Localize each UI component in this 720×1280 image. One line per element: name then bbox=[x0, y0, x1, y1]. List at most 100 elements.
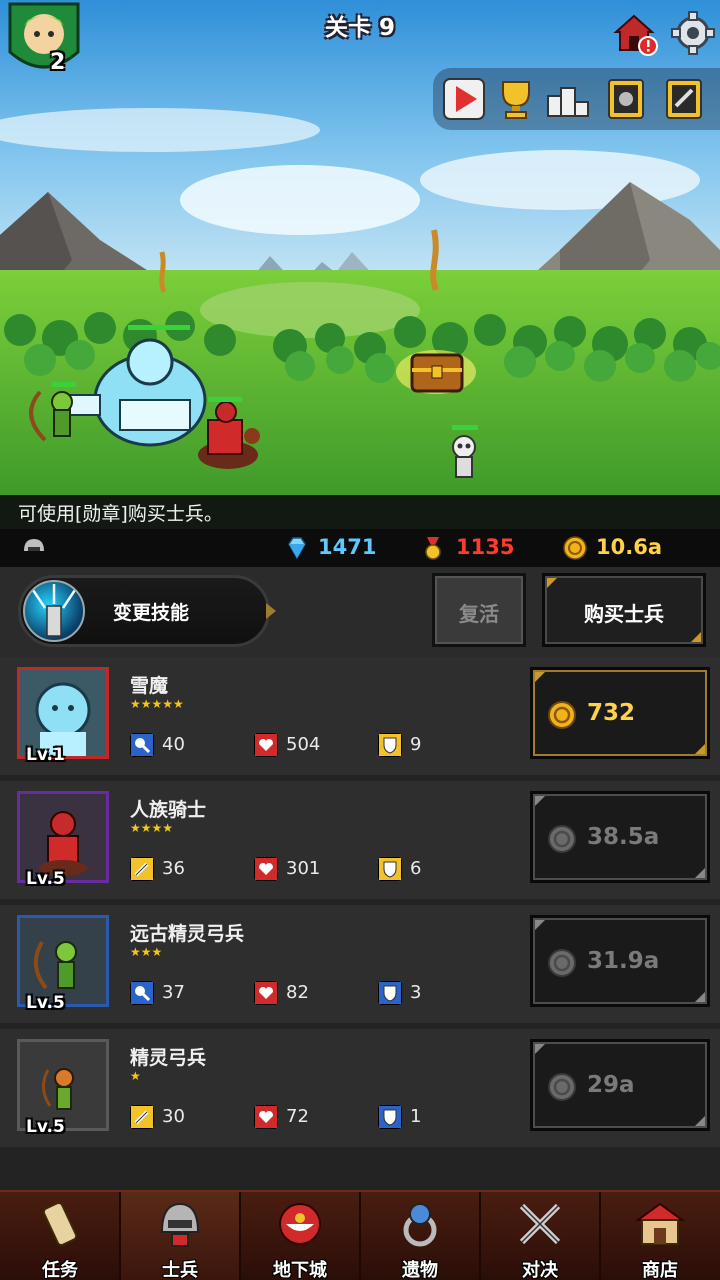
tip-text: 可使用[勋章]购买士兵。 bbox=[18, 503, 223, 525]
soldier-list: Lv.1 雪魔 ★★★★★ 40 504 9 732 Lv.5 人族骑士 ★★★… bbox=[0, 657, 720, 1190]
upgrade-price: 732 bbox=[587, 700, 636, 726]
soldier-stars: ★★★★★ bbox=[130, 697, 184, 711]
skeleton-health-bar bbox=[452, 425, 478, 430]
helmet-small-icon bbox=[24, 539, 44, 551]
sword-icon bbox=[130, 857, 154, 881]
battle-scene: 2 关卡 9 bbox=[0, 0, 720, 495]
nav-label: 遗物 bbox=[402, 1260, 438, 1280]
nav-divider bbox=[479, 1192, 481, 1280]
battle-units bbox=[29, 338, 476, 478]
ring-icon bbox=[394, 1198, 446, 1250]
upgrade-price: 29a bbox=[587, 1072, 635, 1098]
corner-ornament-icon bbox=[691, 632, 701, 642]
nav-tab-helmet[interactable]: 士兵 bbox=[120, 1192, 240, 1280]
silver-coin-icon bbox=[548, 949, 576, 977]
corner-ornament-icon bbox=[695, 1116, 705, 1126]
gold-shield-icon bbox=[378, 733, 402, 757]
soldier-hp: 82 bbox=[286, 982, 309, 1003]
corner-ornament-icon bbox=[535, 1044, 545, 1054]
soldier-row[interactable]: Lv.5 人族骑士 ★★★★ 36 301 6 38.5a bbox=[0, 781, 720, 899]
soldier-defense: 1 bbox=[410, 1106, 422, 1127]
nav-divider bbox=[599, 1192, 601, 1280]
medal-icon bbox=[425, 537, 441, 560]
nav-divider bbox=[119, 1192, 121, 1280]
corner-ornament-icon bbox=[695, 744, 705, 754]
soldier-attack: 37 bbox=[162, 982, 185, 1003]
archer-health-bar bbox=[52, 382, 76, 387]
sword-icon bbox=[130, 1105, 154, 1129]
treasure-chest bbox=[396, 350, 476, 394]
soldier-level: Lv.5 bbox=[26, 869, 65, 889]
elf-archer-unit bbox=[29, 390, 73, 442]
upgrade-price-button[interactable]: 29a bbox=[530, 1039, 710, 1131]
change-skill-label: 变更技能 bbox=[113, 602, 190, 624]
bottom-nav: 任务 士兵 地下城 遗物 对决 商店 bbox=[0, 1190, 720, 1280]
soldier-defense: 9 bbox=[410, 734, 422, 755]
heart-icon bbox=[254, 1105, 278, 1129]
gold-coin-icon bbox=[548, 701, 576, 729]
soldier-level: Lv.1 bbox=[26, 745, 65, 765]
blue-shield-icon bbox=[378, 1105, 402, 1129]
chevron-right-icon bbox=[266, 603, 276, 619]
buy-soldier-label: 购买士兵 bbox=[584, 602, 664, 626]
scroll-icon bbox=[34, 1198, 86, 1250]
soldier-stars: ★★★★ bbox=[130, 821, 174, 835]
soldier-row[interactable]: Lv.5 精灵弓兵 ★ 30 72 1 29a bbox=[0, 1029, 720, 1147]
soldier-stars: ★ bbox=[130, 1069, 141, 1083]
nav-divider bbox=[239, 1192, 241, 1280]
diamond-icon bbox=[288, 537, 306, 560]
heart-icon bbox=[254, 733, 278, 757]
gold-count: 10.6a bbox=[596, 535, 662, 559]
upgrade-price-button[interactable]: 732 bbox=[530, 667, 710, 759]
soldier-defense: 3 bbox=[410, 982, 422, 1003]
soldier-attack: 40 bbox=[162, 734, 185, 755]
soldier-level: Lv.5 bbox=[26, 1117, 65, 1137]
yeti-health-bar bbox=[128, 325, 190, 330]
change-skill-button[interactable]: 变更技能 bbox=[18, 575, 270, 647]
upgrade-price: 31.9a bbox=[587, 948, 660, 974]
corner-ornament-icon bbox=[695, 868, 705, 878]
soldier-row[interactable]: Lv.5 远古精灵弓兵 ★★★ 37 82 3 31.9a bbox=[0, 905, 720, 1023]
nav-tab-monster-plant[interactable]: 地下城 bbox=[240, 1192, 360, 1280]
human-knight-unit bbox=[198, 401, 260, 469]
crossed-swords-icon bbox=[514, 1198, 566, 1250]
corner-ornament-icon bbox=[547, 578, 557, 588]
revive-button[interactable]: 复活 bbox=[432, 573, 526, 647]
helmet-icon bbox=[154, 1198, 206, 1250]
soldier-name: 人族骑士 bbox=[130, 799, 207, 821]
upgrade-price: 38.5a bbox=[587, 824, 660, 850]
nav-label: 对决 bbox=[522, 1260, 558, 1280]
heart-icon bbox=[254, 857, 278, 881]
nav-divider bbox=[359, 1192, 361, 1280]
monster-plant-icon bbox=[274, 1198, 326, 1250]
nav-tab-scroll[interactable]: 任务 bbox=[0, 1192, 120, 1280]
magic-wand-icon bbox=[130, 733, 154, 757]
soldier-name: 精灵弓兵 bbox=[130, 1047, 207, 1069]
corner-ornament-icon bbox=[695, 992, 705, 1002]
upgrade-price-button[interactable]: 38.5a bbox=[530, 791, 710, 883]
medal-count: 1135 bbox=[456, 535, 515, 559]
currency-bar: 1471 1135 10.6a bbox=[0, 529, 720, 567]
magic-wand-icon bbox=[130, 981, 154, 1005]
heart-icon bbox=[254, 981, 278, 1005]
soldier-row[interactable]: Lv.1 雪魔 ★★★★★ 40 504 9 732 bbox=[0, 657, 720, 775]
action-row: 变更技能 复活 购买士兵 bbox=[0, 567, 720, 657]
nav-label: 士兵 bbox=[162, 1260, 198, 1280]
diamond-count: 1471 bbox=[318, 535, 377, 559]
soldier-stars: ★★★ bbox=[130, 945, 163, 959]
nav-tab-ring[interactable]: 遗物 bbox=[360, 1192, 480, 1280]
soldier-name: 远古精灵弓兵 bbox=[130, 923, 245, 945]
upgrade-price-button[interactable]: 31.9a bbox=[530, 915, 710, 1007]
nav-tab-shop[interactable]: 商店 bbox=[600, 1192, 720, 1280]
shop-icon bbox=[634, 1198, 686, 1250]
soldier-attack: 30 bbox=[162, 1106, 185, 1127]
gold-coin-icon bbox=[563, 536, 587, 560]
gold-shield-icon bbox=[378, 857, 402, 881]
nav-tab-crossed-swords[interactable]: 对决 bbox=[480, 1192, 600, 1280]
silver-coin-icon bbox=[548, 1073, 576, 1101]
buy-soldier-button[interactable]: 购买士兵 bbox=[542, 573, 706, 647]
lightning-tower-icon bbox=[23, 580, 85, 642]
soldier-hp: 301 bbox=[286, 858, 321, 879]
nav-label: 任务 bbox=[42, 1260, 78, 1280]
soldier-name: 雪魔 bbox=[130, 675, 169, 697]
